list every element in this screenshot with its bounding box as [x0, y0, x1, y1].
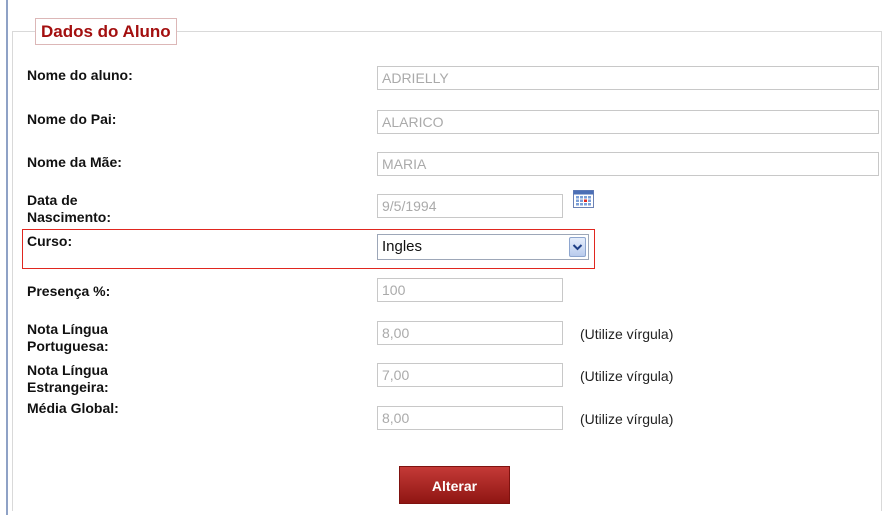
course-select-value: Ingles: [382, 238, 423, 255]
birth-date-label: Data de Nascimento:: [27, 192, 227, 226]
foreign-grade-field[interactable]: 7,00: [377, 363, 563, 387]
birth-date-label-line2: Nascimento:: [27, 209, 112, 225]
father-name-field[interactable]: ALARICO: [377, 110, 879, 134]
attendance-label: Presença %:: [27, 283, 111, 299]
student-name-label: Nome do aluno:: [27, 67, 133, 83]
fieldset-right-border: [881, 31, 882, 511]
alterar-button[interactable]: Alterar: [399, 466, 510, 504]
form-legend: Dados do Aluno: [35, 18, 177, 45]
portuguese-grade-label-line2: Portuguesa:: [27, 338, 109, 354]
foreign-grade-hint: (Utilize vírgula): [580, 368, 674, 384]
foreign-grade-label-line2: Estrangeira:: [27, 379, 109, 395]
foreign-grade-label-line1: Nota Língua: [27, 362, 108, 378]
chevron-down-icon[interactable]: [569, 237, 586, 257]
birth-date-label-line1: Data de: [27, 192, 78, 208]
mother-name-label: Nome da Mãe:: [27, 154, 122, 170]
attendance-field[interactable]: 100: [377, 278, 563, 302]
student-name-field[interactable]: ADRIELLY: [377, 66, 879, 90]
father-name-label: Nome do Pai:: [27, 111, 117, 127]
fieldset-left-border: [12, 31, 13, 511]
global-average-label: Média Global:: [27, 400, 119, 416]
foreign-grade-label: Nota Língua Estrangeira:: [27, 362, 227, 396]
portuguese-grade-field[interactable]: 8,00: [377, 321, 563, 345]
mother-name-field[interactable]: MARIA: [377, 152, 879, 176]
course-select[interactable]: Ingles: [377, 234, 589, 260]
course-label: Curso:: [27, 233, 73, 249]
portuguese-grade-hint: (Utilize vírgula): [580, 326, 674, 342]
portuguese-grade-label: Nota Língua Portuguesa:: [27, 321, 227, 355]
global-average-hint: (Utilize vírgula): [580, 411, 674, 427]
global-average-field[interactable]: 8,00: [377, 406, 563, 430]
calendar-icon[interactable]: [573, 190, 594, 208]
portuguese-grade-label-line1: Nota Língua: [27, 321, 108, 337]
birth-date-field[interactable]: 9/5/1994: [377, 194, 563, 218]
